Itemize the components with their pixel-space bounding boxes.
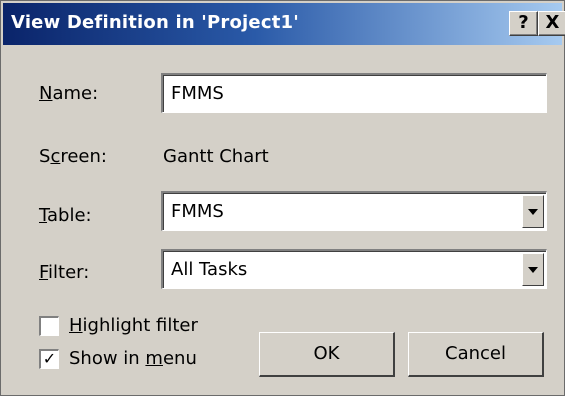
help-button[interactable]: ?	[509, 11, 538, 36]
table-dropdown[interactable]: FMMS	[161, 191, 547, 231]
show-in-menu-checkbox[interactable]: ✓	[39, 349, 59, 369]
table-label: Table:	[39, 205, 92, 226]
ok-button[interactable]: OK	[259, 332, 395, 377]
name-label: Name:	[39, 83, 98, 104]
highlight-filter-label-rest: ighlight filter	[82, 315, 198, 336]
screen-label-accesskey: c	[50, 146, 61, 167]
show-in-menu-label-prefix: Show in	[69, 348, 146, 369]
table-dropdown-chevron-down-icon[interactable]	[522, 195, 544, 228]
close-button[interactable]: X	[538, 11, 565, 36]
name-label-rest: ame:	[52, 83, 99, 104]
screen-value: Gantt Chart	[163, 146, 269, 167]
highlight-filter-label[interactable]: Highlight filter	[69, 315, 198, 336]
name-field[interactable]: FMMS	[161, 73, 547, 113]
table-label-accesskey: T	[39, 205, 48, 226]
show-in-menu-accesskey: m	[145, 348, 163, 369]
name-label-accesskey: N	[39, 83, 53, 104]
view-definition-dialog: View Definition in 'Project1' ? X Name: …	[0, 0, 565, 396]
screen-label-rest: reen:	[60, 146, 107, 167]
screen-label-prefix: S	[39, 146, 51, 167]
filter-dropdown-chevron-down-icon[interactable]	[522, 253, 544, 286]
screen-label: Screen:	[39, 146, 107, 167]
filter-dropdown[interactable]: All Tasks	[161, 249, 547, 289]
highlight-filter-checkbox[interactable]	[39, 316, 59, 336]
checkmark-icon: ✓	[42, 349, 57, 368]
filter-label-accesskey: F	[39, 262, 49, 283]
name-field-value: FMMS	[171, 83, 224, 104]
filter-dropdown-value: All Tasks	[171, 259, 248, 280]
cancel-button[interactable]: Cancel	[408, 332, 544, 377]
title-bar[interactable]: View Definition in 'Project1' ? X	[3, 3, 565, 45]
table-label-rest: able:	[47, 205, 92, 226]
filter-label: Filter:	[39, 262, 89, 283]
window-title: View Definition in 'Project1'	[11, 12, 299, 33]
highlight-filter-accesskey: H	[69, 315, 83, 336]
show-in-menu-label-rest: enu	[162, 348, 197, 369]
filter-label-rest: ilter:	[48, 262, 90, 283]
table-dropdown-value: FMMS	[171, 201, 224, 222]
show-in-menu-label[interactable]: Show in menu	[69, 348, 197, 369]
